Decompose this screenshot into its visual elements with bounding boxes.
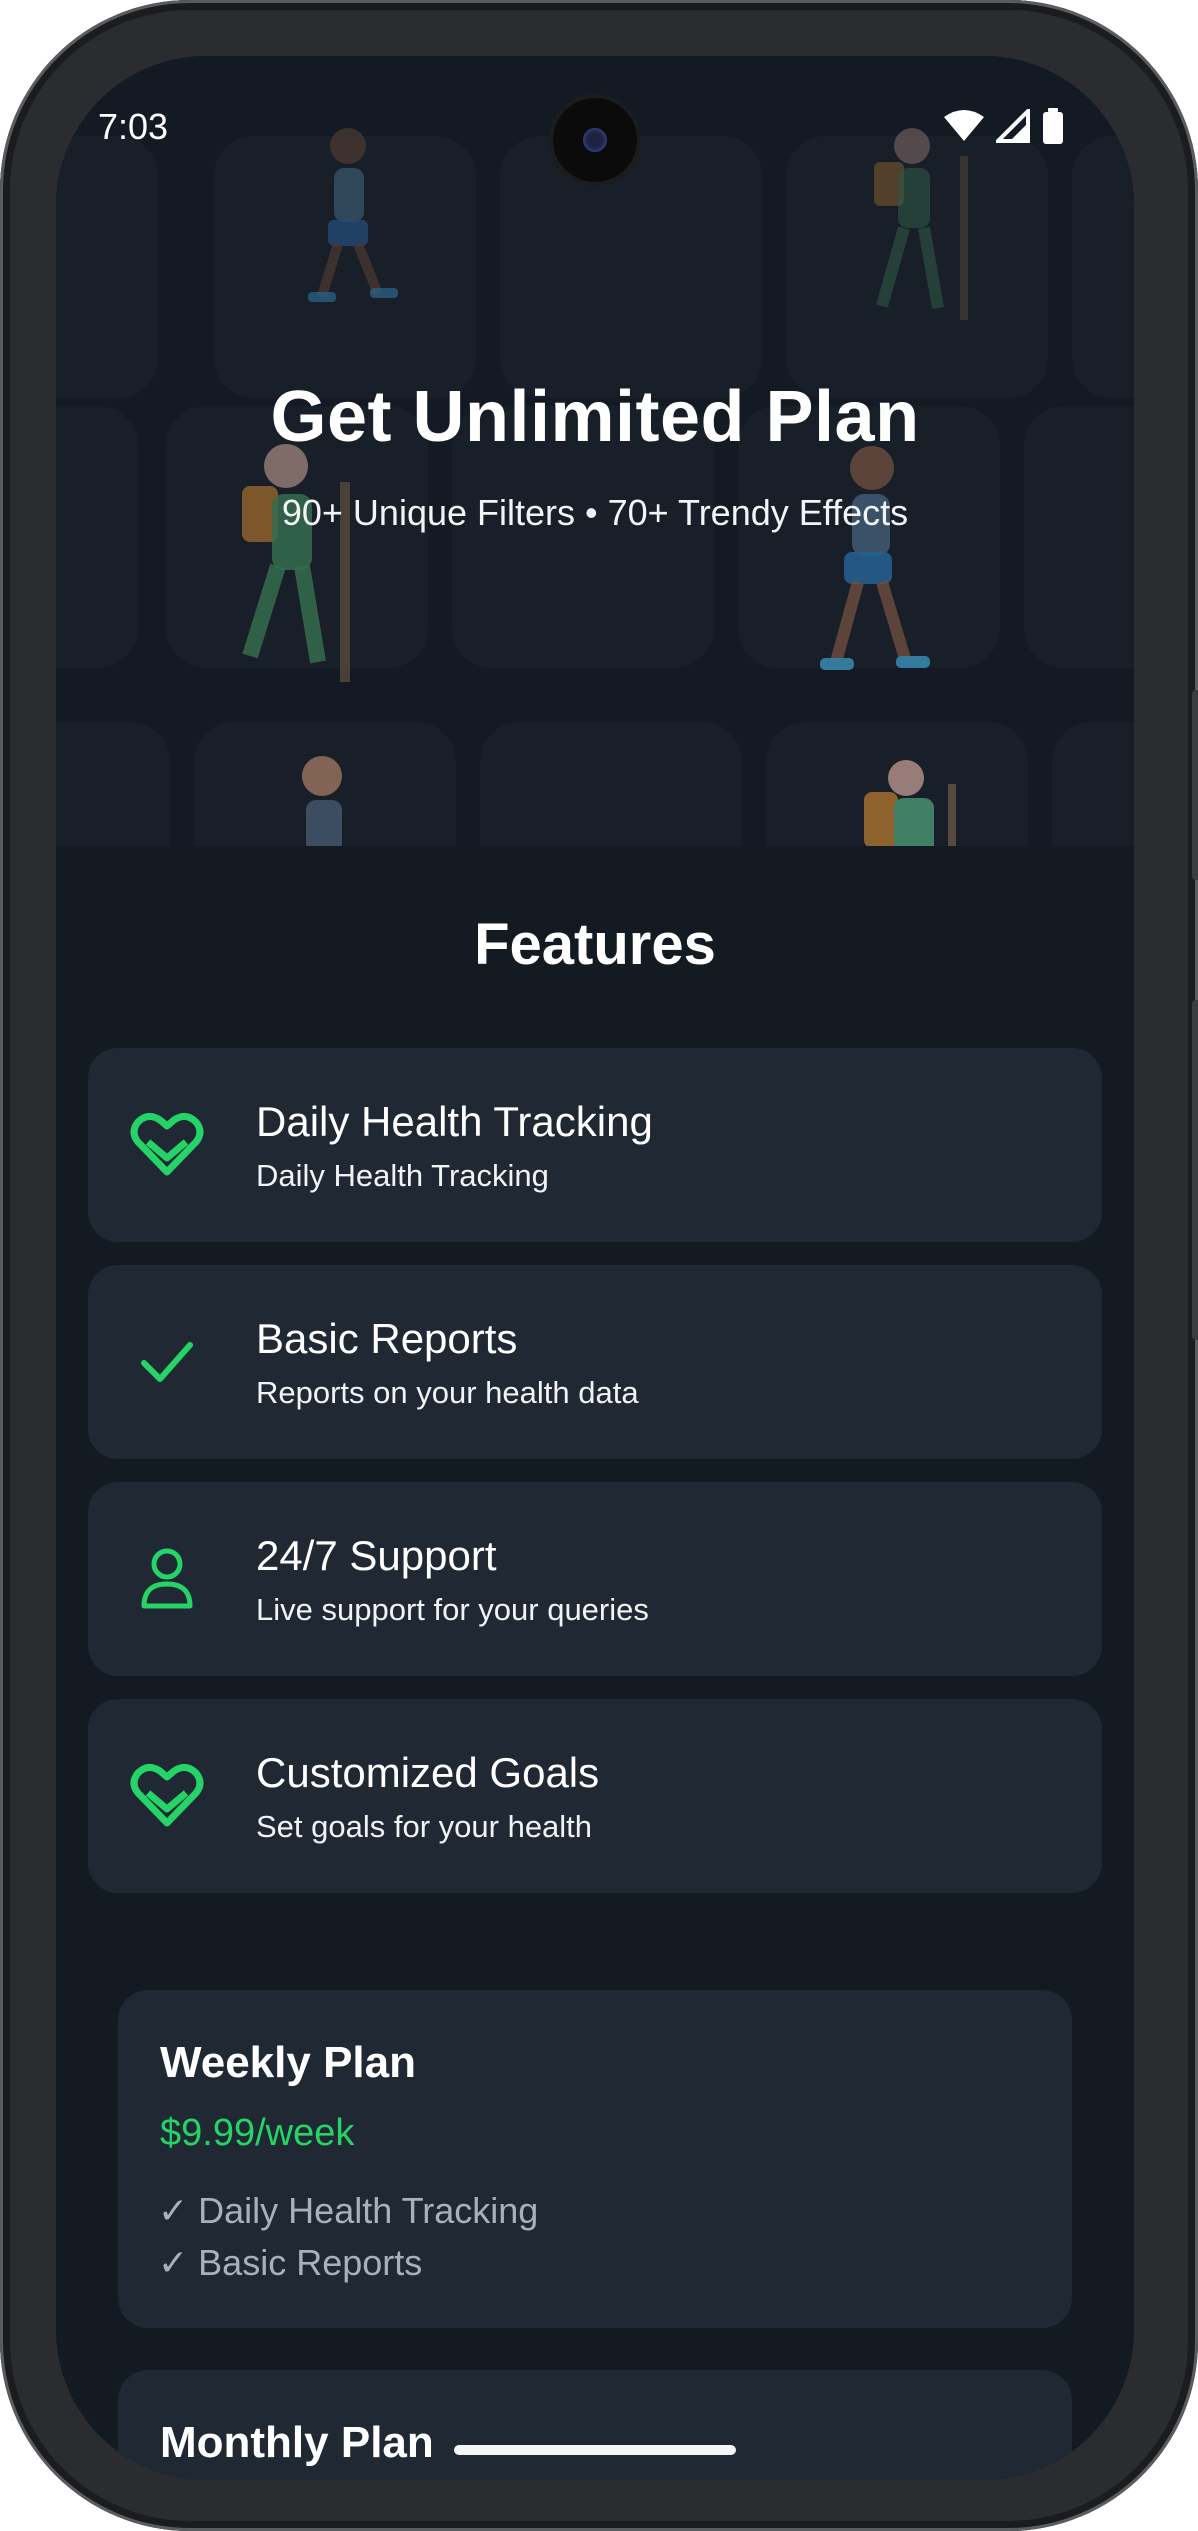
home-indicator[interactable]: [454, 2445, 736, 2455]
feature-title: 24/7 Support: [256, 1532, 497, 1579]
monthly-plan-card[interactable]: Monthly Plan: [118, 2370, 1072, 2480]
heart-pulse-icon: [130, 1113, 204, 1176]
status-time: 7:03: [98, 106, 169, 147]
plan-price: $9.99/week: [160, 2112, 355, 2154]
check-icon: [141, 1342, 193, 1382]
feature-title: Customized Goals: [256, 1749, 600, 1796]
heart-pulse-icon: [130, 1764, 204, 1827]
feature-card-daily-health-tracking: Daily Health Tracking Daily Health Track…: [88, 1048, 1102, 1242]
weekly-plan-card[interactable]: Weekly Plan $9.99/week ✓ Daily Health Tr…: [118, 1990, 1072, 2328]
wifi-icon: [944, 110, 984, 141]
status-bar: 7:03: [56, 56, 1134, 186]
feature-title: Daily Health Tracking: [256, 1098, 653, 1145]
feature-title: Basic Reports: [256, 1315, 518, 1362]
app-screen: 7:03 Get Unlimited Plan 90+ Unique Filte…: [56, 56, 1134, 2480]
front-camera: [553, 98, 637, 182]
volume-button: [1192, 690, 1198, 880]
feature-description: Live support for your queries: [256, 1592, 649, 1627]
feature-description: Set goals for your health: [256, 1809, 593, 1844]
plan-name: Monthly Plan: [160, 2418, 434, 2467]
battery-icon: [1043, 108, 1063, 144]
feature-description: Daily Health Tracking: [256, 1158, 549, 1193]
cellular-signal-icon: [996, 109, 1030, 143]
features-heading: Features: [474, 912, 716, 977]
hero-title: Get Unlimited Plan: [270, 377, 920, 457]
plan-feature-item: ✓ Daily Health Tracking: [158, 2190, 539, 2231]
feature-card-basic-reports: Basic Reports Reports on your health dat…: [88, 1265, 1102, 1459]
feature-card-support: 24/7 Support Live support for your queri…: [88, 1482, 1102, 1676]
plan-feature-item: ✓ Basic Reports: [158, 2242, 423, 2283]
plan-name: Weekly Plan: [160, 2038, 416, 2087]
hero-subtitle: 90+ Unique Filters • 70+ Trendy Effects: [281, 492, 909, 533]
phone-frame: 7:03 Get Unlimited Plan 90+ Unique Filte…: [0, 0, 1198, 2531]
system-icons: [944, 108, 1064, 144]
person-icon: [141, 1548, 193, 1609]
power-button: [1192, 1000, 1198, 1340]
feature-card-customized-goals: Customized Goals Set goals for your heal…: [88, 1699, 1102, 1893]
feature-description: Reports on your health data: [256, 1375, 639, 1410]
